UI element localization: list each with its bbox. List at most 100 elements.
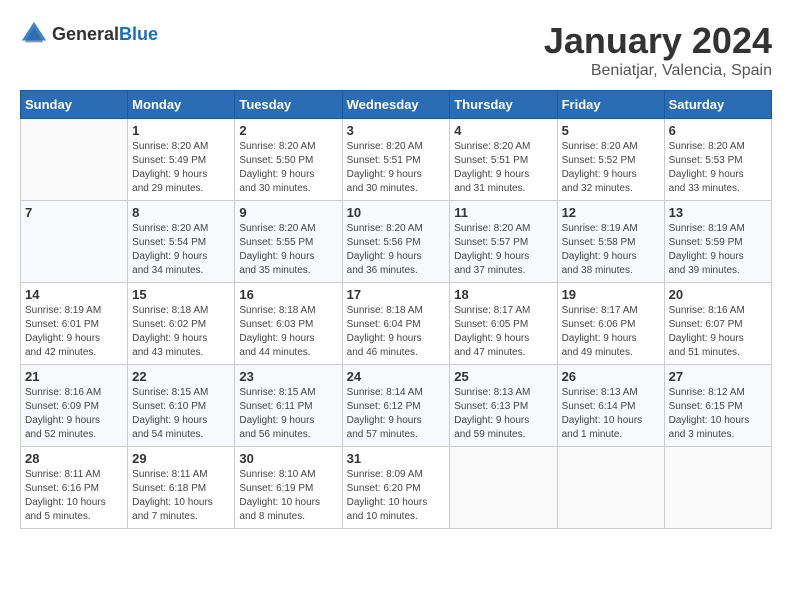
day-info: Sunrise: 8:20 AMSunset: 5:54 PMDaylight:… xyxy=(132,222,230,278)
day-number: 5 xyxy=(562,123,660,138)
calendar-week-row: 14 Sunrise: 8:19 AMSunset: 6:01 PMDayligh… xyxy=(21,283,772,365)
day-info: Sunrise: 8:16 AMSunset: 6:09 PMDaylight:… xyxy=(25,386,123,442)
calendar-cell: 10 Sunrise: 8:20 AMSunset: 5:56 PMDayligh… xyxy=(342,201,450,283)
day-number: 8 xyxy=(132,205,230,220)
calendar-week-row: 21 Sunrise: 8:16 AMSunset: 6:09 PMDayligh… xyxy=(21,365,772,447)
weekday-header-tuesday: Tuesday xyxy=(235,91,342,119)
calendar-cell: 24 Sunrise: 8:14 AMSunset: 6:12 PMDayligh… xyxy=(342,365,450,447)
day-number: 28 xyxy=(25,451,123,466)
calendar-cell: 20Sunrise: 8:16 AMSunset: 6:07 PMDayligh… xyxy=(664,283,771,365)
calendar-cell: 6 Sunrise: 8:20 AMSunset: 5:53 PMDaylight… xyxy=(664,119,771,201)
calendar-cell: 29Sunrise: 8:11 AMSunset: 6:18 PMDayligh… xyxy=(128,447,235,529)
day-number: 1 xyxy=(132,123,230,138)
logo: GeneralBlue xyxy=(20,20,158,48)
day-info: Sunrise: 8:14 AMSunset: 6:12 PMDaylight:… xyxy=(347,386,446,442)
calendar-cell: 30Sunrise: 8:10 AMSunset: 6:19 PMDayligh… xyxy=(235,447,342,529)
day-number: 14 xyxy=(25,287,123,302)
day-number: 22 xyxy=(132,369,230,384)
day-number: 27 xyxy=(669,369,767,384)
day-info: Sunrise: 8:15 AMSunset: 6:11 PMDaylight:… xyxy=(239,386,337,442)
weekday-header-row: SundayMondayTuesdayWednesdayThursdayFrid… xyxy=(21,91,772,119)
day-info: Sunrise: 8:20 AMSunset: 5:56 PMDaylight:… xyxy=(347,222,446,278)
logo-general: General xyxy=(52,24,119,44)
day-info: Sunrise: 8:11 AMSunset: 6:16 PMDaylight:… xyxy=(25,468,123,524)
day-number: 11 xyxy=(454,205,552,220)
day-number: 6 xyxy=(669,123,767,138)
weekday-header-wednesday: Wednesday xyxy=(342,91,450,119)
calendar-cell xyxy=(557,447,664,529)
location-subtitle: Beniatjar, Valencia, Spain xyxy=(544,62,772,80)
calendar-cell: 16 Sunrise: 8:18 AMSunset: 6:03 PMDayligh… xyxy=(235,283,342,365)
day-info: Sunrise: 8:20 AMSunset: 5:55 PMDaylight:… xyxy=(239,222,337,278)
day-info: Sunrise: 8:19 AMSunset: 5:58 PMDaylight:… xyxy=(562,222,660,278)
logo-icon xyxy=(20,20,48,48)
day-number: 17 xyxy=(347,287,446,302)
day-info: Sunrise: 8:19 AMSunset: 6:01 PMDaylight:… xyxy=(25,304,123,360)
day-number: 4 xyxy=(454,123,552,138)
day-number: 23 xyxy=(239,369,337,384)
day-info: Sunrise: 8:20 AMSunset: 5:53 PMDaylight:… xyxy=(669,140,767,196)
weekday-header-saturday: Saturday xyxy=(664,91,771,119)
day-number: 21 xyxy=(25,369,123,384)
calendar-cell: 18Sunrise: 8:17 AMSunset: 6:05 PMDayligh… xyxy=(450,283,557,365)
calendar-cell: 4 Sunrise: 8:20 AMSunset: 5:51 PMDaylight… xyxy=(450,119,557,201)
day-number: 26 xyxy=(562,369,660,384)
weekday-header-sunday: Sunday xyxy=(21,91,128,119)
calendar-cell: 21 Sunrise: 8:16 AMSunset: 6:09 PMDayligh… xyxy=(21,365,128,447)
day-info: Sunrise: 8:20 AMSunset: 5:50 PMDaylight:… xyxy=(239,140,337,196)
calendar-cell: 3 Sunrise: 8:20 AMSunset: 5:51 PMDaylight… xyxy=(342,119,450,201)
day-number: 15 xyxy=(132,287,230,302)
day-info: Sunrise: 8:10 AMSunset: 6:19 PMDaylight:… xyxy=(239,468,337,524)
page-header: GeneralBlue January 2024 Beniatjar, Vale… xyxy=(20,20,772,80)
day-info: Sunrise: 8:13 AMSunset: 6:14 PMDaylight:… xyxy=(562,386,660,442)
day-number: 12 xyxy=(562,205,660,220)
calendar-cell: 1 Sunrise: 8:20 AMSunset: 5:49 PMDaylight… xyxy=(128,119,235,201)
calendar-cell: 31 Sunrise: 8:09 AMSunset: 6:20 PMDayligh… xyxy=(342,447,450,529)
calendar-cell: 15 Sunrise: 8:18 AMSunset: 6:02 PMDayligh… xyxy=(128,283,235,365)
day-info: Sunrise: 8:20 AMSunset: 5:51 PMDaylight:… xyxy=(347,140,446,196)
day-info: Sunrise: 8:19 AMSunset: 5:59 PMDaylight:… xyxy=(669,222,767,278)
calendar-cell: 26 Sunrise: 8:13 AMSunset: 6:14 PMDayligh… xyxy=(557,365,664,447)
calendar-cell xyxy=(21,119,128,201)
day-number: 7 xyxy=(25,205,123,220)
day-number: 19 xyxy=(562,287,660,302)
day-number: 18 xyxy=(454,287,552,302)
day-info: Sunrise: 8:13 AMSunset: 6:13 PMDaylight:… xyxy=(454,386,552,442)
calendar-cell: 12 Sunrise: 8:19 AMSunset: 5:58 PMDayligh… xyxy=(557,201,664,283)
day-number: 3 xyxy=(347,123,446,138)
calendar-table: SundayMondayTuesdayWednesdayThursdayFrid… xyxy=(20,90,772,529)
day-number: 10 xyxy=(347,205,446,220)
day-info: Sunrise: 8:18 AMSunset: 6:03 PMDaylight:… xyxy=(239,304,337,360)
day-number: 9 xyxy=(239,205,337,220)
day-info: Sunrise: 8:11 AMSunset: 6:18 PMDaylight:… xyxy=(132,468,230,524)
day-number: 2 xyxy=(239,123,337,138)
day-info: Sunrise: 8:18 AMSunset: 6:02 PMDaylight:… xyxy=(132,304,230,360)
weekday-header-friday: Friday xyxy=(557,91,664,119)
day-number: 16 xyxy=(239,287,337,302)
calendar-cell: 27 Sunrise: 8:12 AMSunset: 6:15 PMDayligh… xyxy=(664,365,771,447)
month-title: January 2024 xyxy=(544,20,772,62)
calendar-cell: 14 Sunrise: 8:19 AMSunset: 6:01 PMDayligh… xyxy=(21,283,128,365)
calendar-cell: 11Sunrise: 8:20 AMSunset: 5:57 PMDayligh… xyxy=(450,201,557,283)
day-info: Sunrise: 8:20 AMSunset: 5:52 PMDaylight:… xyxy=(562,140,660,196)
day-info: Sunrise: 8:20 AMSunset: 5:51 PMDaylight:… xyxy=(454,140,552,196)
day-info: Sunrise: 8:12 AMSunset: 6:15 PMDaylight:… xyxy=(669,386,767,442)
day-number: 24 xyxy=(347,369,446,384)
calendar-cell xyxy=(450,447,557,529)
day-info: Sunrise: 8:09 AMSunset: 6:20 PMDaylight:… xyxy=(347,468,446,524)
calendar-cell: 13Sunrise: 8:19 AMSunset: 5:59 PMDayligh… xyxy=(664,201,771,283)
day-info: Sunrise: 8:17 AMSunset: 6:06 PMDaylight:… xyxy=(562,304,660,360)
calendar-cell: 25Sunrise: 8:13 AMSunset: 6:13 PMDayligh… xyxy=(450,365,557,447)
calendar-cell: 17Sunrise: 8:18 AMSunset: 6:04 PMDayligh… xyxy=(342,283,450,365)
title-block: January 2024 Beniatjar, Valencia, Spain xyxy=(544,20,772,80)
calendar-week-row: 1 Sunrise: 8:20 AMSunset: 5:49 PMDaylight… xyxy=(21,119,772,201)
calendar-cell: 8 Sunrise: 8:20 AMSunset: 5:54 PMDaylight… xyxy=(128,201,235,283)
day-info: Sunrise: 8:20 AMSunset: 5:49 PMDaylight:… xyxy=(132,140,230,196)
day-number: 31 xyxy=(347,451,446,466)
calendar-cell: 28 Sunrise: 8:11 AMSunset: 6:16 PMDayligh… xyxy=(21,447,128,529)
day-info: Sunrise: 8:15 AMSunset: 6:10 PMDaylight:… xyxy=(132,386,230,442)
calendar-cell: 5 Sunrise: 8:20 AMSunset: 5:52 PMDaylight… xyxy=(557,119,664,201)
logo-blue: Blue xyxy=(119,24,158,44)
calendar-cell: 19 Sunrise: 8:17 AMSunset: 6:06 PMDayligh… xyxy=(557,283,664,365)
calendar-cell xyxy=(664,447,771,529)
